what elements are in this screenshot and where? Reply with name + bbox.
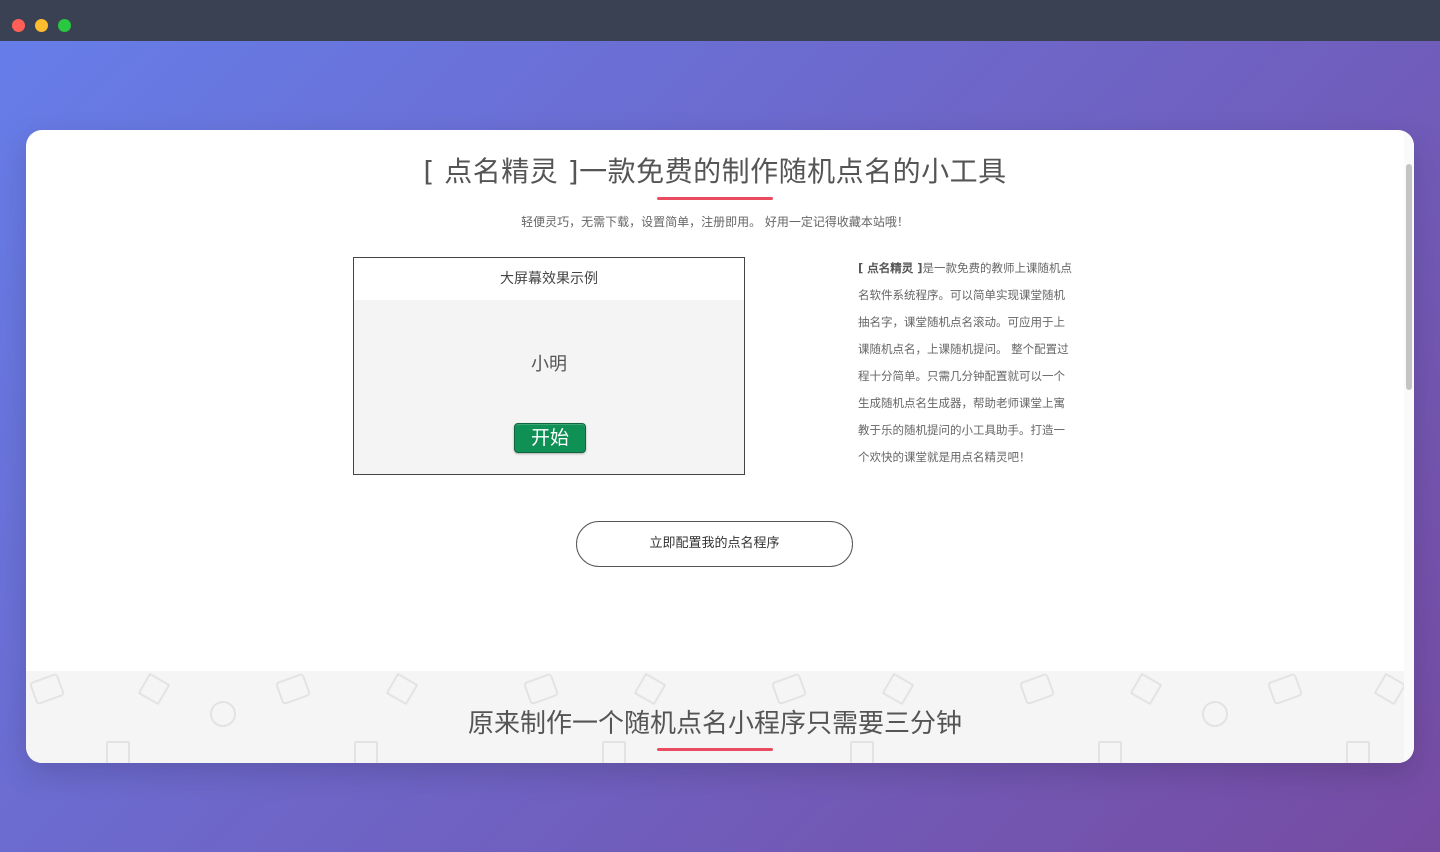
how-it-works-section: 原来制作一个随机点名小程序只需要三分钟 — [26, 671, 1404, 763]
bg-copy-icon — [354, 741, 378, 763]
bg-ticket-icon — [1266, 672, 1304, 706]
description-brand: [ 点名精灵 ] — [858, 261, 923, 275]
bg-ticket-icon — [770, 672, 808, 706]
bg-cube-icon — [1373, 672, 1404, 706]
configure-program-button[interactable]: 立即配置我的点名程序 — [576, 521, 853, 567]
scrollbar-track[interactable] — [1404, 130, 1414, 763]
demo-preview-box: 大屏幕效果示例 小明 开始 — [353, 257, 745, 475]
bg-copy-icon — [602, 741, 626, 763]
bg-cube-icon — [137, 672, 171, 706]
close-window-button[interactable] — [12, 19, 25, 32]
bg-cube-icon — [881, 672, 915, 706]
start-button[interactable]: 开始 — [514, 423, 586, 453]
bg-copy-icon — [1346, 741, 1370, 763]
bg-ticket-icon — [28, 672, 66, 706]
section-title: 原来制作一个随机点名小程序只需要三分钟 — [467, 709, 962, 739]
scrollbar-thumb[interactable] — [1406, 164, 1412, 390]
demo-student-name: 小明 — [531, 354, 567, 375]
page-subtitle: 轻便灵巧，无需下载，设置简单，注册即用。 好用一定记得收藏本站哦！ — [521, 215, 909, 229]
bg-ticket-icon — [522, 672, 560, 706]
bg-ticket-icon — [274, 672, 312, 706]
demo-header: 大屏幕效果示例 — [354, 258, 744, 300]
page-title: [ 点名精灵 ]一款免费的制作随机点名的小工具 — [423, 155, 1007, 188]
bg-cube-icon — [1129, 672, 1163, 706]
section-title-underline — [657, 748, 773, 751]
bg-ticket-icon — [1018, 672, 1056, 706]
content-card: [ 点名精灵 ]一款免费的制作随机点名的小工具 轻便灵巧，无需下载，设置简单，注… — [26, 130, 1414, 763]
bg-copy-icon — [1098, 741, 1122, 763]
description-text: [ 点名精灵 ]是一款免费的教师上课随机点名软件系统程序。可以简单实现课堂随机抽… — [858, 255, 1076, 471]
bg-cube-icon — [633, 672, 667, 706]
bg-copy-icon — [106, 741, 130, 763]
title-underline — [657, 197, 773, 200]
bg-copy-icon — [850, 741, 874, 763]
minimize-window-button[interactable] — [35, 19, 48, 32]
window-titlebar — [0, 0, 1440, 41]
maximize-window-button[interactable] — [58, 19, 71, 32]
bg-cube-icon — [385, 672, 419, 706]
description-body: 是一款免费的教师上课随机点名软件系统程序。可以简单实现课堂随机抽名字，课堂随机点… — [858, 261, 1073, 464]
